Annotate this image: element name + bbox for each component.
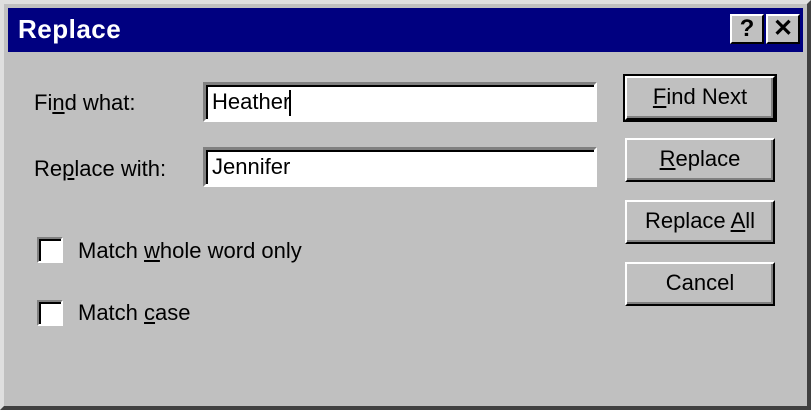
find-next-button[interactable]: Find Next — [623, 74, 777, 122]
close-button[interactable]: ✕ — [766, 14, 800, 44]
replace-with-label: Replace with: — [34, 156, 167, 181]
help-button[interactable]: ? — [730, 14, 764, 44]
find-what-input[interactable]: Heather — [203, 82, 597, 122]
replace-button[interactable]: Replace — [625, 138, 775, 182]
text-caret — [289, 90, 292, 117]
find-what-value: Heather — [212, 89, 291, 114]
match-whole-word-label[interactable]: Match whole word only — [78, 238, 302, 264]
replace-all-button[interactable]: Replace All — [625, 200, 775, 244]
match-case-checkbox[interactable] — [37, 300, 63, 326]
close-icon: ✕ — [772, 15, 794, 42]
match-whole-word-checkbox[interactable] — [37, 237, 63, 263]
match-case-label[interactable]: Match case — [78, 300, 191, 326]
title-bar[interactable]: Replace ? ✕ — [8, 8, 803, 52]
cancel-button[interactable]: Cancel — [625, 262, 775, 306]
replace-with-input[interactable]: Jennifer — [203, 147, 597, 187]
replace-with-value: Jennifer — [212, 154, 291, 179]
window-title: Replace — [18, 14, 122, 44]
find-what-label: Find what: — [34, 90, 136, 115]
replace-dialog: Replace ? ✕ Find what: Heather Replace w… — [0, 0, 811, 410]
